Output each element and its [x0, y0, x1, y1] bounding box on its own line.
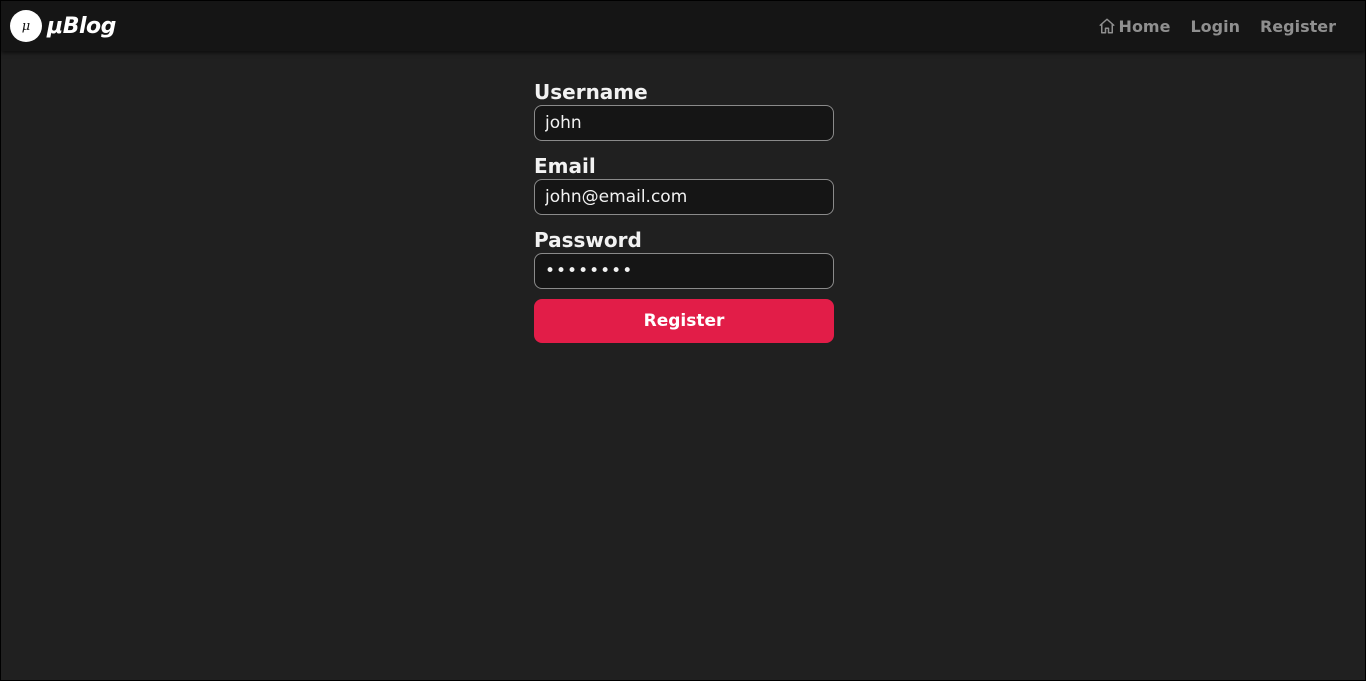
- brand-link[interactable]: μ μBlog: [10, 10, 116, 42]
- password-label: Password: [534, 228, 642, 252]
- email-input[interactable]: [534, 179, 834, 215]
- register-button[interactable]: Register: [534, 299, 834, 343]
- password-input[interactable]: [534, 253, 834, 289]
- username-input[interactable]: [534, 105, 834, 141]
- register-form: Username Email Password Register: [534, 79, 834, 343]
- page: μ μBlog Home Login Register Username Ema…: [0, 0, 1366, 681]
- brand-logo: μ: [10, 10, 42, 42]
- brand-name: μBlog: [47, 13, 116, 39]
- nav-links: Home Login Register: [1078, 1, 1336, 51]
- username-label: Username: [534, 80, 648, 104]
- nav-home-label: Home: [1118, 16, 1171, 36]
- home-icon: [1099, 18, 1115, 34]
- nav-home-link[interactable]: Home: [1098, 16, 1171, 36]
- email-label: Email: [534, 154, 596, 178]
- nav-login-link[interactable]: Login: [1190, 17, 1240, 36]
- navbar: μ μBlog Home Login Register: [1, 1, 1365, 51]
- nav-register-link[interactable]: Register: [1260, 17, 1336, 36]
